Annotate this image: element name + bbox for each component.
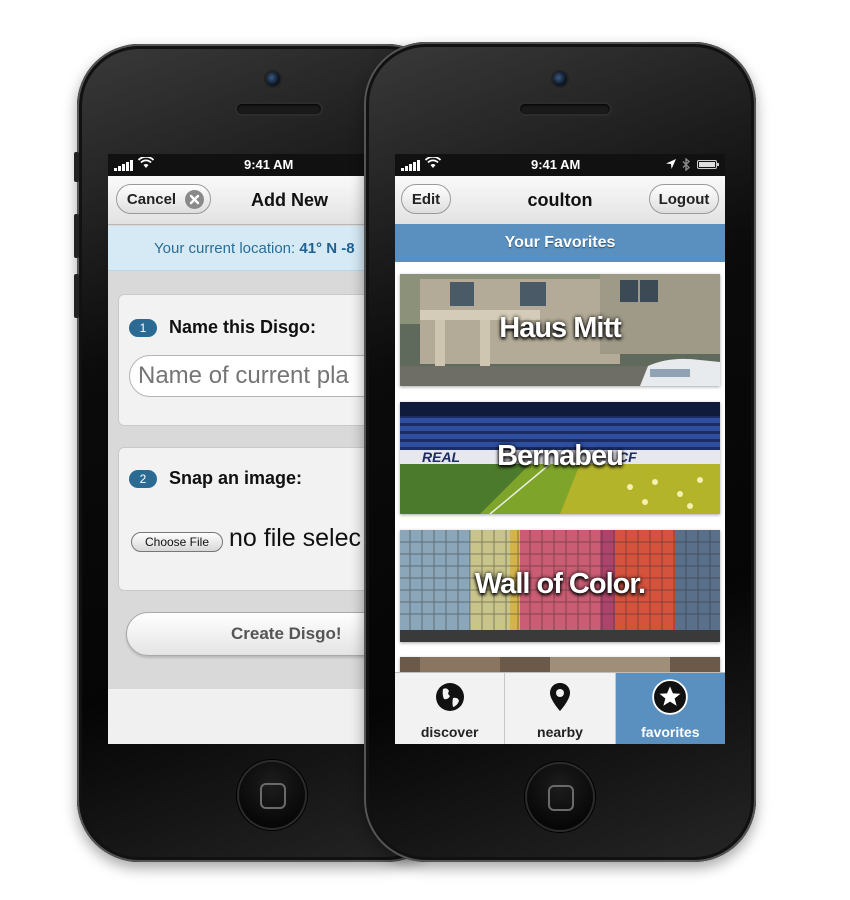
step-2-label: Snap an image:	[169, 468, 303, 488]
step-2-badge: 2	[129, 470, 157, 488]
create-disgo-label: Create Disgo!	[231, 624, 342, 643]
bluetooth-icon	[682, 157, 691, 174]
disgo-name-input[interactable]	[129, 355, 366, 397]
volume-down-button	[74, 274, 79, 318]
favorite-tile-haus-mitt[interactable]: Haus Mitt	[400, 274, 720, 386]
status-time: 9:41 AM	[531, 157, 581, 172]
tab-favorites[interactable]: favorites	[615, 673, 725, 744]
map-pin-icon	[549, 683, 570, 711]
tab-label: nearby	[537, 724, 583, 740]
favorite-tile-partial[interactable]	[400, 657, 720, 673]
location-label: Your current location:	[154, 240, 300, 257]
tab-bar: discover nearby favorites	[395, 672, 725, 744]
create-disgo-button[interactable]: Create Disgo!	[126, 612, 366, 656]
favorite-title: Haus Mitt	[499, 312, 622, 344]
page-title: Add New	[251, 190, 329, 210]
status-bar: 9:41 AM	[395, 154, 725, 176]
favorite-title: Bernabeu	[497, 440, 624, 472]
status-time: 9:41 AM	[244, 157, 294, 172]
favorite-tile-bernabeu[interactable]: REAL CF Bernabeu	[400, 402, 720, 514]
signal-icon	[114, 160, 133, 171]
partial-photo	[400, 657, 720, 673]
add-new-navbar: Cancel Add New	[108, 176, 366, 225]
favorites-navbar: Edit coulton Logout	[395, 176, 725, 225]
favorite-title: Wall of Color.	[474, 568, 646, 600]
tab-nearby[interactable]: nearby	[505, 673, 616, 744]
front-camera	[266, 72, 280, 86]
logout-button[interactable]: Logout	[649, 184, 719, 214]
screen-footer-area	[108, 689, 366, 744]
file-status-text: no file selec	[229, 524, 362, 552]
close-icon	[185, 190, 204, 209]
left-phone-screen: 9:41 AM Cancel Add New Your current loca…	[108, 154, 366, 744]
tab-label: favorites	[641, 724, 700, 740]
home-button[interactable]	[237, 760, 307, 830]
battery-icon	[697, 160, 719, 169]
choose-file-button[interactable]: Choose File	[131, 532, 223, 552]
step-1-badge: 1	[129, 319, 157, 337]
image-step-card: 2 Snap an image: Choose File no file sel…	[118, 447, 366, 591]
front-camera	[553, 72, 567, 86]
tab-discover[interactable]: discover	[395, 673, 506, 744]
volume-up-button	[74, 214, 79, 258]
wifi-icon	[424, 156, 442, 172]
location-value: 41° N -8	[299, 240, 355, 257]
favorites-header: Your Favorites	[395, 224, 725, 262]
tab-label: discover	[420, 724, 479, 740]
wifi-icon	[137, 156, 155, 172]
location-banner: Your current location: 41° N -8	[108, 226, 366, 271]
home-button[interactable]	[525, 762, 595, 832]
globe-icon	[435, 683, 464, 711]
star-icon	[652, 679, 689, 715]
mute-switch	[74, 152, 79, 182]
cancel-button[interactable]: Cancel	[116, 184, 211, 214]
step-1-label: Name this Disgo:	[169, 317, 317, 337]
earpiece-speaker	[237, 104, 321, 114]
favorite-tile-wall-of-color[interactable]: Wall of Color.	[400, 530, 720, 642]
signal-icon	[401, 160, 420, 171]
cancel-button-label: Cancel	[126, 190, 177, 208]
location-arrow-icon	[665, 158, 677, 173]
name-step-card: 1 Name this Disgo:	[118, 294, 366, 426]
status-bar: 9:41 AM	[108, 154, 366, 176]
earpiece-speaker	[520, 104, 610, 114]
right-phone-screen: 9:41 AM Edit coulton Logout Your Favorit…	[395, 154, 725, 744]
